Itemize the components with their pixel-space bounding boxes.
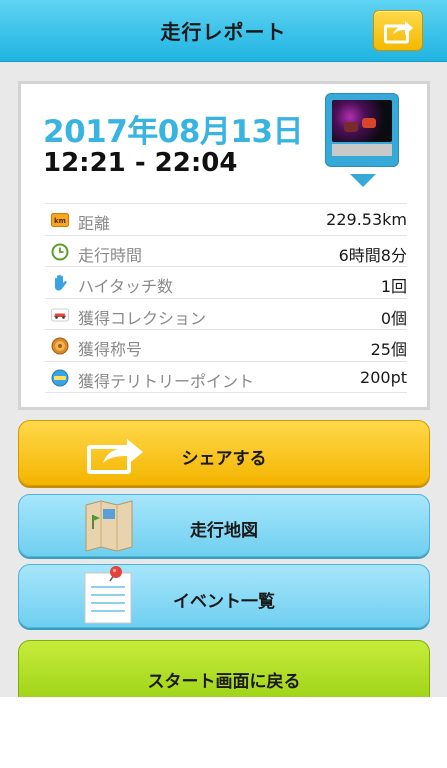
share-icon — [384, 21, 413, 44]
hand-icon — [55, 274, 67, 291]
stat-value: 6時間8分 — [338, 245, 407, 265]
km-icon: km — [51, 213, 69, 227]
stat-value: 25個 — [370, 340, 407, 360]
photo-image — [332, 100, 392, 142]
stat-value: 200pt — [360, 367, 407, 387]
territory-icon — [51, 369, 69, 387]
photo-pin-thumbnail[interactable] — [325, 93, 399, 167]
event-list-button[interactable]: イベント一覧 — [18, 564, 430, 628]
pin-pointer — [350, 174, 376, 187]
back-to-start-button-label: スタート画面に戻る — [147, 672, 301, 692]
car-icon — [51, 308, 69, 322]
stat-label: ハイタッチ数 — [78, 277, 174, 297]
drive-map-button[interactable]: 走行地図 — [18, 494, 430, 557]
stats-list: km 距離 229.53km 走行時間 6時間8分 ハイタッチ数 1回 獲得コレ… — [45, 203, 407, 393]
header-bar: 走行レポート — [0, 0, 447, 62]
stat-row-territory: 獲得テリトリーポイント 200pt — [45, 360, 407, 393]
svg-text:km: km — [54, 217, 66, 225]
share-top-button[interactable] — [373, 10, 423, 51]
photo-caption-bar — [332, 144, 392, 156]
stat-value: 0個 — [380, 308, 407, 328]
report-screen: 走行レポート 2017年08月13日 12:21 - 22:04 km 距離 2… — [0, 0, 447, 697]
stat-label: 獲得称号 — [78, 340, 143, 360]
stat-row-drive-time: 走行時間 6時間8分 — [45, 234, 407, 267]
clock-icon — [51, 243, 69, 261]
stat-label: 獲得テリトリーポイント — [78, 371, 255, 391]
report-time-range: 12:21 - 22:04 — [43, 148, 238, 178]
report-date: 2017年08月13日 — [43, 114, 304, 150]
stat-row-high-touch: ハイタッチ数 1回 — [45, 266, 407, 298]
stat-value: 229.53km — [326, 210, 407, 229]
stat-label: 獲得コレクション — [78, 308, 207, 328]
stat-row-distance: km 距離 229.53km — [45, 203, 407, 235]
share-button-label: シェアする — [181, 449, 267, 469]
share-button[interactable]: シェアする — [18, 420, 430, 486]
stat-label: 走行時間 — [78, 245, 143, 265]
drive-map-button-label: 走行地図 — [190, 521, 258, 541]
stat-label: 距離 — [78, 214, 111, 233]
stat-row-collection: 獲得コレクション 0個 — [45, 297, 407, 330]
event-list-button-label: イベント一覧 — [173, 592, 275, 612]
medal-icon — [51, 337, 69, 355]
report-card: 2017年08月13日 12:21 - 22:04 km 距離 229.53km — [18, 81, 430, 410]
back-to-start-button[interactable]: スタート画面に戻る — [18, 640, 430, 697]
stat-value: 1回 — [380, 277, 407, 297]
stat-row-titles: 獲得称号 25個 — [45, 329, 407, 361]
